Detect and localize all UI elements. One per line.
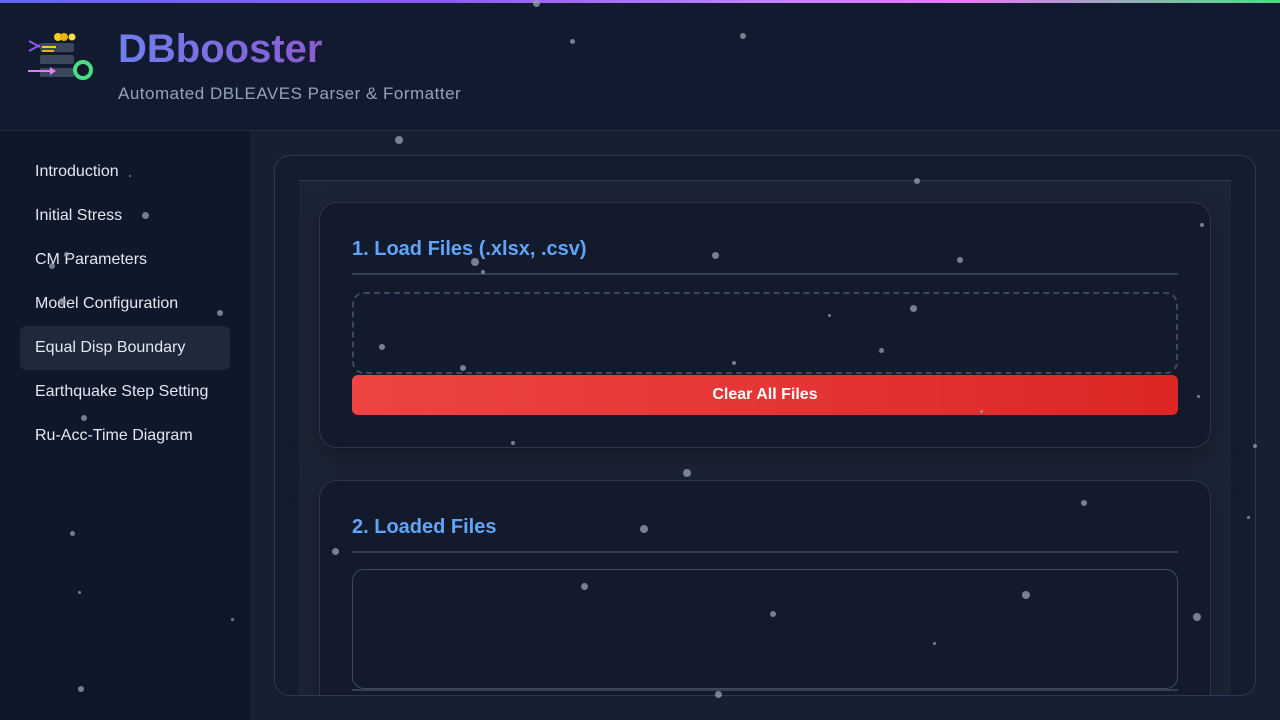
file-dropzone[interactable] — [352, 292, 1178, 374]
main-content: 1. Load Files (.xlsx, .csv) Clear All Fi… — [250, 131, 1280, 720]
load-files-card: 1. Load Files (.xlsx, .csv) Clear All Fi… — [319, 202, 1211, 448]
load-files-title: 1. Load Files (.xlsx, .csv) — [352, 238, 587, 260]
app-title: DBbooster — [118, 27, 323, 71]
sidebar-item-ru-acc-time-diagram[interactable]: Ru-Acc-Time Diagram — [20, 414, 230, 458]
sidebar: Introduction Initial Stress CM Parameter… — [0, 131, 250, 720]
loaded-files-card: 2. Loaded Files — [319, 480, 1211, 695]
clear-all-files-button[interactable]: Clear All Files — [352, 375, 1178, 415]
sidebar-item-cm-parameters[interactable]: CM Parameters — [20, 238, 230, 282]
app-subtitle: Automated DBLEAVES Parser & Formatter — [118, 84, 462, 103]
sidebar-item-introduction[interactable]: Introduction — [20, 150, 230, 194]
sidebar-item-earthquake-step-setting[interactable]: Earthquake Step Setting — [20, 370, 230, 414]
section-divider — [352, 689, 1178, 691]
content-section: 1. Load Files (.xlsx, .csv) Clear All Fi… — [299, 180, 1231, 695]
loaded-files-list — [352, 569, 1178, 689]
sidebar-item-equal-disp-boundary[interactable]: Equal Disp Boundary — [20, 326, 230, 370]
sidebar-item-model-configuration[interactable]: Model Configuration — [20, 282, 230, 326]
sidebar-item-initial-stress[interactable]: Initial Stress — [20, 194, 230, 238]
section-divider — [352, 551, 1178, 553]
loaded-files-title: 2. Loaded Files — [352, 516, 497, 538]
app-header: DBbooster Automated DBLEAVES Parser & Fo… — [0, 3, 1280, 131]
section-divider — [352, 273, 1178, 275]
app-logo-icon — [26, 31, 98, 87]
content-panel: 1. Load Files (.xlsx, .csv) Clear All Fi… — [274, 155, 1256, 696]
